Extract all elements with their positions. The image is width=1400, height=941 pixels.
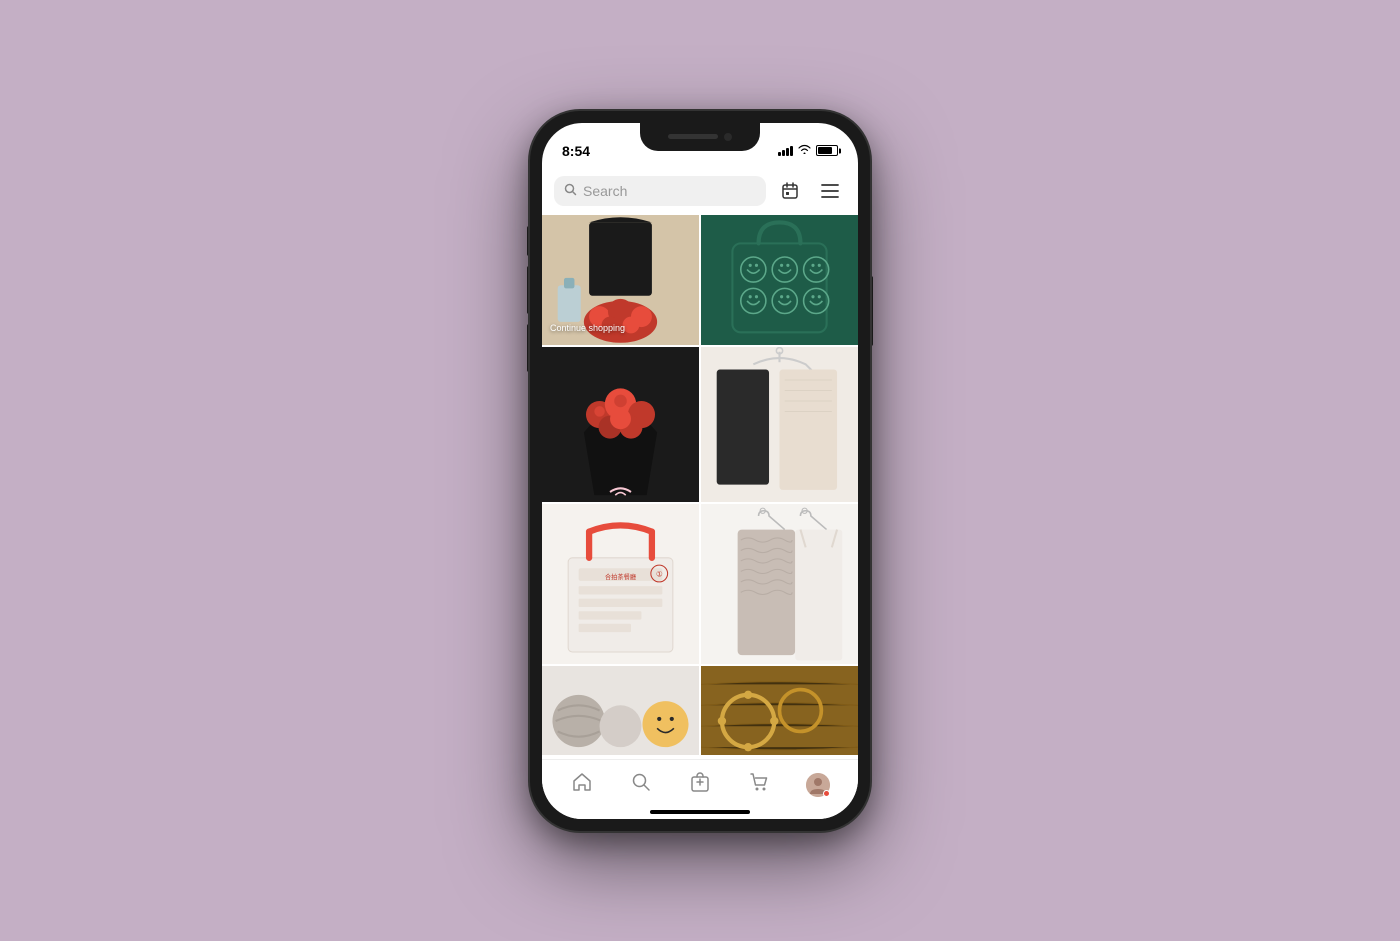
grid-item-green-bag[interactable] [701, 215, 858, 345]
home-icon [571, 771, 593, 799]
cart-icon [748, 771, 770, 799]
svg-text:①: ① [656, 569, 663, 578]
app-content: Search [542, 167, 858, 759]
grid-item-roses[interactable] [542, 347, 699, 502]
search-placeholder: Search [583, 183, 627, 199]
grid-item-jewelry[interactable] [701, 666, 858, 755]
wifi-icon [798, 144, 811, 157]
speaker [668, 134, 718, 139]
svg-text:合拍茶餐廳: 合拍茶餐廳 [605, 571, 637, 580]
grid-item-tote[interactable]: 合拍茶餐廳 ① [542, 504, 699, 664]
home-indicator [650, 810, 750, 814]
nav-profile[interactable] [789, 773, 848, 797]
battery-icon [816, 145, 838, 156]
avatar-container [806, 773, 830, 797]
status-time: 8:54 [562, 143, 590, 159]
nav-search[interactable] [611, 771, 670, 799]
grid-item-dress[interactable] [701, 504, 858, 664]
power-button [870, 276, 873, 346]
calendar-button[interactable] [774, 175, 806, 207]
phone-mockup: 8:54 [530, 111, 870, 831]
notification-dot [823, 790, 830, 797]
search-bar[interactable]: Search [554, 176, 766, 206]
notch [640, 123, 760, 151]
phone-body: 8:54 [530, 111, 870, 831]
grid-item-clothing[interactable] [701, 347, 858, 502]
search-bar-container: Search [542, 167, 858, 215]
product-grid: Continue shopping [542, 215, 858, 755]
grid-item-lace-black[interactable]: Continue shopping [542, 215, 699, 345]
search-nav-icon [630, 771, 652, 799]
grid-item-crochet[interactable] [542, 666, 699, 755]
front-camera [724, 133, 732, 141]
status-icons [778, 144, 838, 157]
menu-button[interactable] [814, 175, 846, 207]
continue-shopping-label: Continue shopping [550, 323, 691, 333]
nav-cart[interactable] [730, 771, 789, 799]
nav-create[interactable] [670, 771, 729, 799]
shop-bag-icon [689, 771, 711, 799]
search-icon [564, 183, 577, 199]
phone-screen: 8:54 [542, 123, 858, 819]
nav-home[interactable] [552, 771, 611, 799]
signal-icon [778, 145, 793, 156]
